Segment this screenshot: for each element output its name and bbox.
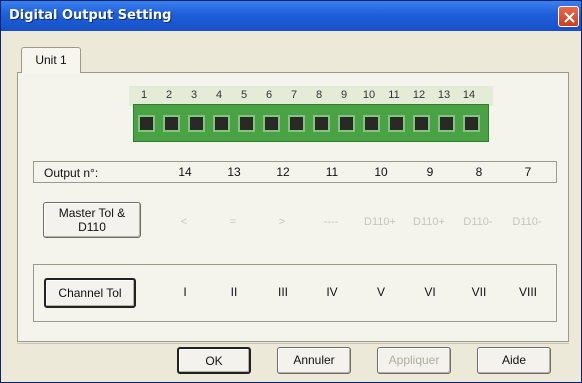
terminal-number: 6: [265, 89, 273, 101]
master-tol-cell: ----: [323, 216, 339, 228]
terminal-numbers: 1 2 3 4 5 6 7 8 9 10 11 12 13 14: [129, 86, 493, 106]
terminal-number: 1: [140, 89, 148, 101]
channel-number-cell: V: [376, 285, 385, 299]
terminal-screw: [263, 115, 280, 132]
help-button[interactable]: Aide: [477, 347, 551, 374]
ok-button[interactable]: OK: [177, 347, 251, 374]
output-number-cell: 7: [524, 165, 532, 179]
channel-number-cell: VIII: [518, 285, 537, 299]
master-tol-cell: D110-: [463, 216, 493, 228]
terminal-number: 3: [190, 89, 198, 101]
terminal-number: 9: [340, 89, 348, 101]
output-number-cell: 11: [325, 165, 339, 179]
channel-tol-button[interactable]: Channel Tol: [44, 278, 136, 308]
terminal-number: 12: [412, 89, 426, 101]
terminal-screw: [413, 115, 430, 132]
terminal-screw: [388, 115, 405, 132]
channel-tol-row: Channel Tol I II III IV V VI VII VIII: [33, 264, 557, 322]
master-tol-cell: =: [229, 216, 237, 228]
terminal-screw: [288, 115, 305, 132]
terminal-screw: [213, 115, 230, 132]
digital-output-setting-window: Digital Output Setting Unit 1 1234567891…: [0, 0, 582, 383]
output-number-cell: 13: [227, 165, 241, 179]
channel-number-cell: VII: [471, 285, 487, 299]
cancel-button[interactable]: Annuler: [277, 347, 351, 374]
output-number-row: Output n°: 14 13 12 11 10 9 8 7: [33, 161, 557, 183]
output-number-cell: 8: [475, 165, 483, 179]
output-number-cell: 9: [426, 165, 434, 179]
output-number-cell: 12: [276, 165, 290, 179]
channel-number-cell: III: [277, 285, 288, 299]
terminal-screw: [163, 115, 180, 132]
output-number-cell: 14: [178, 165, 192, 179]
close-button[interactable]: [558, 6, 579, 27]
channel-number-cell: II: [230, 285, 238, 299]
apply-button: Appliquer: [377, 347, 451, 374]
master-tol-button[interactable]: Master Tol & D110: [43, 202, 141, 238]
terminal-screw: [463, 115, 480, 132]
master-tol-cell: D110+: [413, 216, 445, 228]
master-tol-cell: D110-: [512, 216, 542, 228]
terminal-screw: [138, 115, 155, 132]
terminal-number: 2: [165, 89, 173, 101]
channel-number-cell: IV: [326, 285, 338, 299]
terminal-number: 4: [215, 89, 223, 101]
separator: [17, 343, 569, 344]
terminal-screw: [313, 115, 330, 132]
channel-number-cell: VI: [424, 285, 436, 299]
output-number-label: Output n°:: [44, 166, 99, 180]
terminal-number: 10: [362, 89, 376, 101]
tab-unit-1[interactable]: Unit 1: [21, 47, 81, 73]
terminal-screw: [438, 115, 455, 132]
terminal-number: 7: [290, 89, 298, 101]
terminal-number: 8: [315, 89, 323, 101]
master-tol-cell: <: [180, 216, 188, 228]
terminal-number: 14: [462, 89, 476, 101]
output-number-cell: 10: [374, 165, 388, 179]
close-icon: [564, 12, 575, 23]
terminal-number: 5: [240, 89, 248, 101]
master-tol-row: Master Tol & D110 < = > ---- D110+ D110+ D110-…: [33, 194, 557, 250]
tab-unit-1-label: Unit 1: [35, 53, 67, 67]
terminal-connector: [133, 104, 489, 142]
terminal-screw: [338, 115, 355, 132]
terminal-number: 11: [388, 89, 400, 101]
terminal-screw: [188, 115, 205, 132]
master-tol-cell: D110+: [364, 216, 396, 228]
terminal-screw: [238, 115, 255, 132]
terminal-block-graphic: 1 2 3 4 5 6 7 8 9 10 11 12 13 14: [129, 86, 493, 144]
terminal-number: 13: [437, 89, 451, 101]
master-tol-cell: >: [278, 216, 286, 228]
window-title: Digital Output Setting: [9, 8, 172, 23]
title-bar[interactable]: Digital Output Setting: [1, 1, 581, 31]
terminal-screw: [363, 115, 380, 132]
channel-number-cell: I: [183, 285, 187, 299]
